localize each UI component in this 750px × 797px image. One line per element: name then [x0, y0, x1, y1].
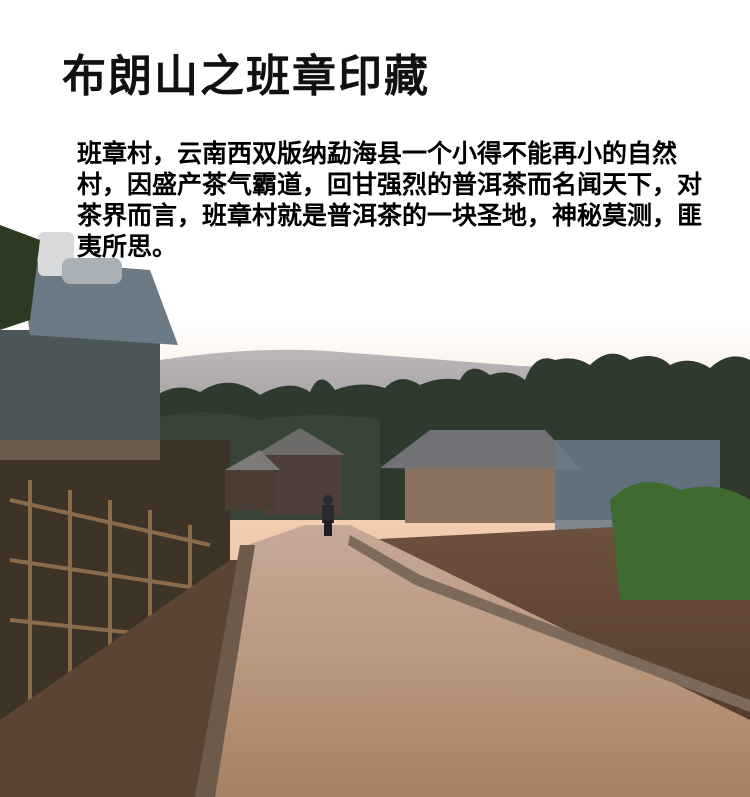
- page-title: 布朗山之班章印藏: [62, 51, 430, 102]
- right-house: [405, 468, 555, 523]
- intro-paragraph: 班章村，云南西双版纳勐海县一个小得不能再小的自然村，因盛产茶气霸道，回甘强烈的普…: [77, 139, 703, 261]
- far-house: [225, 470, 275, 510]
- left-house-wall: [0, 330, 160, 450]
- village-photo: [0, 0, 750, 797]
- balcony: [0, 440, 160, 460]
- right-bushes: [610, 482, 750, 600]
